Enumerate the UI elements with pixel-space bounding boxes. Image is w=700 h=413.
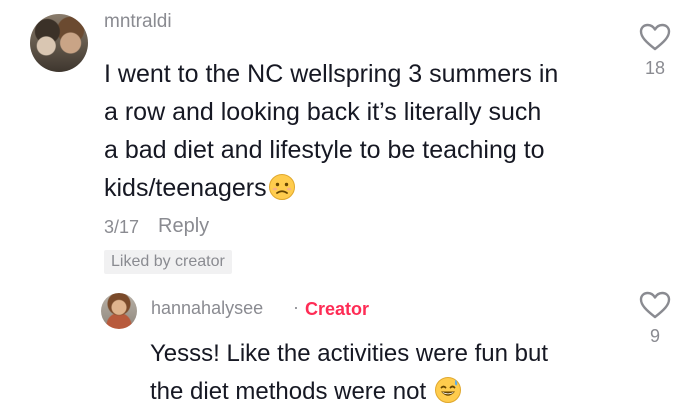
- comment-line: a row and looking back it’s literally su…: [104, 98, 542, 126]
- comment-line: a bad diet and lifestyle to be teaching …: [104, 136, 545, 164]
- comment-date: 3/17: [104, 217, 140, 237]
- comment-line: the diet methods were not: [150, 378, 427, 405]
- comment-username[interactable]: mntraldi: [104, 11, 172, 33]
- like-count: 9: [649, 326, 660, 346]
- comment-line: I went to the NC wellspring 3 summers in: [104, 60, 559, 88]
- slightly-sad-face-emoji-icon: [268, 173, 296, 212]
- liked-by-creator-badge: Liked by creator: [104, 250, 232, 274]
- comment-line-last: the diet methods were not: [150, 373, 548, 413]
- heart-icon[interactable]: [638, 290, 672, 320]
- like-count: 18: [644, 58, 666, 78]
- comment-text: I went to the NC wellspring 3 summers in…: [104, 55, 558, 212]
- comment-line: Yesss! Like the activities were fun but: [150, 340, 548, 367]
- avatar[interactable]: [101, 293, 137, 329]
- comment-line: kids/teenagers: [104, 174, 267, 202]
- comment-thread: mntraldi I went to the NC wellspring 3 s…: [0, 0, 700, 413]
- reply-text: Yesss! Like the activities were fun but …: [150, 335, 548, 413]
- comment-line-last: kids/teenagers: [104, 169, 558, 212]
- separator-dot: ·: [293, 297, 299, 317]
- avatar[interactable]: [30, 14, 88, 72]
- heart-icon[interactable]: [638, 22, 672, 52]
- reply-button[interactable]: Reply: [158, 215, 209, 238]
- like-group: 9: [635, 290, 675, 347]
- creator-badge: Creator: [305, 299, 370, 319]
- reply-username[interactable]: hannahalysee: [151, 298, 263, 319]
- sweat-smile-emoji-icon: [434, 376, 462, 413]
- like-group: 18: [635, 22, 675, 79]
